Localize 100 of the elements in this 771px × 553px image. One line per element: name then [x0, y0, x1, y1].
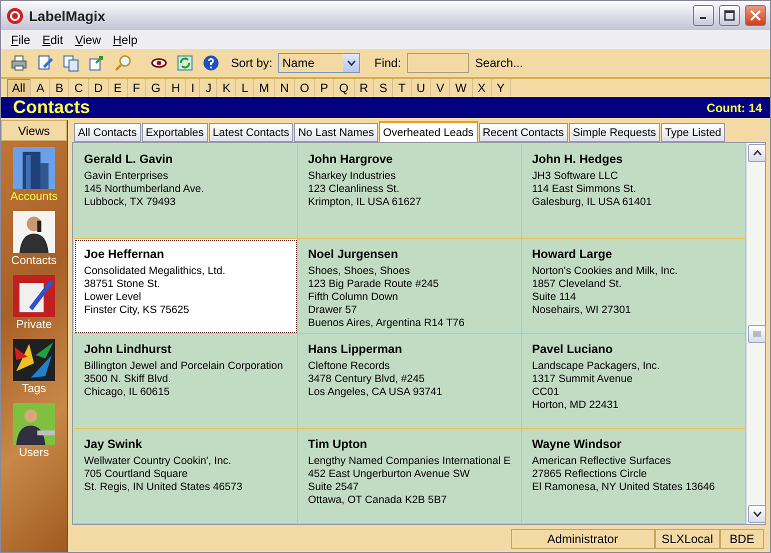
search-icon[interactable]	[114, 54, 132, 72]
address-line: 123 Cleanliness St.	[308, 183, 400, 196]
address-line: Fifth Column Down	[308, 291, 400, 304]
status-pane: BDE	[720, 529, 764, 549]
address-line: Gavin Enterprises	[84, 170, 170, 183]
contact-name: John Lindhurst	[84, 342, 172, 356]
address-line: 452 East Ungerburton Avenue SW	[308, 468, 471, 481]
app-logo-icon	[6, 6, 24, 24]
contact-card[interactable]: Pavel Luciano Landscape Packagers, Inc. 1317 Summit Avenue CC01 Horton, MD 22431	[522, 334, 746, 429]
refresh-icon[interactable]	[176, 54, 194, 72]
address-line: 1857 Cleveland St.	[532, 278, 623, 291]
contact-card[interactable]: Tim Upton Lengthy Named Companies International E 452 East Ungerburton Avenue SW Suite 2547 Ottawa, OT Canada K2B 5B7	[298, 429, 522, 524]
scrollbar[interactable]	[746, 143, 765, 524]
address-line: 3500 N. Skiff Blvd.	[84, 373, 172, 386]
export-icon[interactable]	[88, 54, 106, 72]
address-line: 705 Courtland Square	[84, 468, 189, 481]
view-tab[interactable]: Exportables	[142, 123, 208, 142]
address-line: Galesburg, IL USA 61401	[532, 196, 653, 209]
menu-item[interactable]: File	[5, 32, 36, 46]
address-line: Suite 114	[532, 291, 577, 304]
contact-name: Gerald L. Gavin	[84, 152, 174, 166]
sort-dropdown[interactable]: Name	[278, 53, 360, 73]
contact-card[interactable]: Noel Jurgensen Shoes, Shoes, Shoes 123 Big Parade Route #245 Fifth Column Down Drawer 57 Buenos Aires, Argentina R14 T76	[298, 239, 522, 334]
contact-card[interactable]: John Hargrove Sharkey Industries 123 Cleanliness St. Krimpton, IL USA 61627	[298, 144, 522, 239]
view-tab[interactable]: Latest Contacts	[208, 123, 294, 142]
copy-icon[interactable]	[62, 54, 80, 72]
contact-name: Howard Large	[532, 247, 614, 261]
menu-item[interactable]: Help	[106, 32, 144, 46]
view-tab[interactable]: All Contacts	[74, 123, 141, 142]
view-tab[interactable]: Recent Contacts	[478, 123, 568, 142]
find-label: Find:	[374, 56, 402, 70]
menu-item[interactable]: View	[69, 32, 107, 46]
scroll-up-button[interactable]	[748, 144, 766, 162]
minimize-button[interactable]	[693, 5, 714, 26]
address-line: 27865 Reflections Circle	[532, 468, 648, 481]
maximize-button[interactable]	[719, 5, 740, 26]
address-line: Los Angeles, CA USA 93741	[308, 386, 444, 399]
address-line: Suite 2547	[308, 481, 360, 494]
close-button[interactable]	[745, 5, 766, 26]
address-line: Wellwater Country Cookin', Inc.	[84, 455, 232, 468]
close-icon	[750, 10, 761, 21]
views-heading: Views	[1, 120, 67, 141]
view-tab[interactable]: No Last Names	[294, 123, 378, 142]
contact-card[interactable]: Jay Swink Wellwater Country Cookin', Inc. 705 Courtland Square St. Regis, IN United States 46573	[74, 429, 298, 524]
contact-card[interactable]: Hans Lipperman Cleftone Records 3478 Century Blvd, #245 Los Angeles, CA USA 93741	[298, 334, 522, 429]
contact-name: Noel Jurgensen	[308, 247, 400, 261]
contact-name: Tim Upton	[308, 437, 368, 451]
address-line: Chicago, IL 60615	[84, 386, 171, 399]
address-line: Lubbock, TX 79493	[84, 196, 177, 209]
navigation-item[interactable]: Private	[1, 269, 67, 333]
address-line: American Reflective Surfaces	[532, 455, 672, 468]
find-field[interactable]	[407, 53, 470, 73]
address-line: Sharkey Industries	[308, 170, 397, 183]
address-line: 123 Big Parade Route #245	[308, 278, 440, 291]
address-line: CC01	[532, 386, 560, 399]
contact-name: John Hargrove	[308, 152, 394, 166]
address-line: Consolidated Megalithics, Ltd.	[84, 265, 226, 278]
address-line: Cleftone Records	[308, 360, 391, 373]
search-link[interactable]: Search...	[475, 56, 524, 70]
caret-icon	[346, 60, 356, 66]
address-line: St. Regis, IN United States 46573	[84, 481, 244, 494]
help-icon[interactable]	[202, 54, 220, 72]
contact-card[interactable]: Joe Heffernan Consolidated Megalithics, Ltd. 38751 Stone St. Lower Level Finster City, KS 75625	[74, 239, 298, 334]
scroll-thumb[interactable]	[748, 324, 766, 342]
address-line: JH3 Software LLC	[532, 170, 619, 183]
address-line: Krimpton, IL USA 61627	[308, 196, 422, 209]
letter-filter[interactable]: All	[7, 79, 32, 97]
edit-icon[interactable]	[36, 54, 54, 72]
view-tab[interactable]: Type Listed	[661, 123, 726, 142]
menu-item[interactable]: Edit	[36, 32, 70, 46]
contact-name: Pavel Luciano	[532, 342, 614, 356]
sort-label: Sort by:	[231, 56, 272, 70]
contact-name: Hans Lipperman	[308, 342, 404, 356]
address-line: Landscape Packagers, Inc.	[532, 360, 661, 373]
address-line: 114 East Simmons St.	[532, 183, 638, 196]
scroll-down-button[interactable]	[748, 505, 766, 523]
contact-card[interactable]: Wayne Windsor American Reflective Surfaces 27865 Reflections Circle El Ramonesa, NY United States 13646	[522, 429, 746, 524]
contact-card[interactable]: Howard Large Norton's Cookies and Milk, Inc. 1857 Cleveland St. Suite 114 Nosehairs, WI 27301	[522, 239, 746, 334]
printer-icon[interactable]	[10, 54, 28, 72]
address-line: Norton's Cookies and Milk, Inc.	[532, 265, 679, 278]
address-line: Nosehairs, WI 27301	[532, 304, 632, 317]
view-tab[interactable]: Overheated Leads	[379, 121, 478, 142]
navigation-item[interactable]: Contacts	[1, 205, 67, 269]
grip-icon	[753, 330, 761, 336]
address-line: Finster City, KS 75625	[84, 304, 190, 317]
contact-card[interactable]: John H. Hedges JH3 Software LLC 114 East Simmons St. Galesburg, IL USA 61401	[522, 144, 746, 239]
contact-name: Jay Swink	[84, 437, 144, 451]
view-tab[interactable]: Simple Requests	[568, 123, 660, 142]
address-line: Shoes, Shoes, Shoes	[308, 265, 411, 278]
address-line: Lower Level	[84, 291, 142, 304]
contact-name: Joe Heffernan	[84, 247, 166, 261]
contact-card[interactable]: Gerald L. Gavin Gavin Enterprises 145 Northumberland Ave. Lubbock, TX 79493	[74, 144, 298, 239]
header-title: Contacts	[13, 97, 90, 118]
contact-card[interactable]: John Lindhurst Billington Jewel and Porcelain Corporation 3500 N. Skiff Blvd. Chicago, IL 60615	[74, 334, 298, 429]
navigation-item[interactable]: Accounts	[1, 141, 67, 205]
address-line: 145 Northumberland Ave.	[84, 183, 205, 196]
status-pane: Administrator	[510, 529, 655, 549]
address-line: Horton, MD 22431	[532, 399, 620, 412]
address-line: Lengthy Named Companies International E	[308, 455, 512, 468]
address-line: Billington Jewel and Porcelain Corporation	[84, 360, 284, 373]
